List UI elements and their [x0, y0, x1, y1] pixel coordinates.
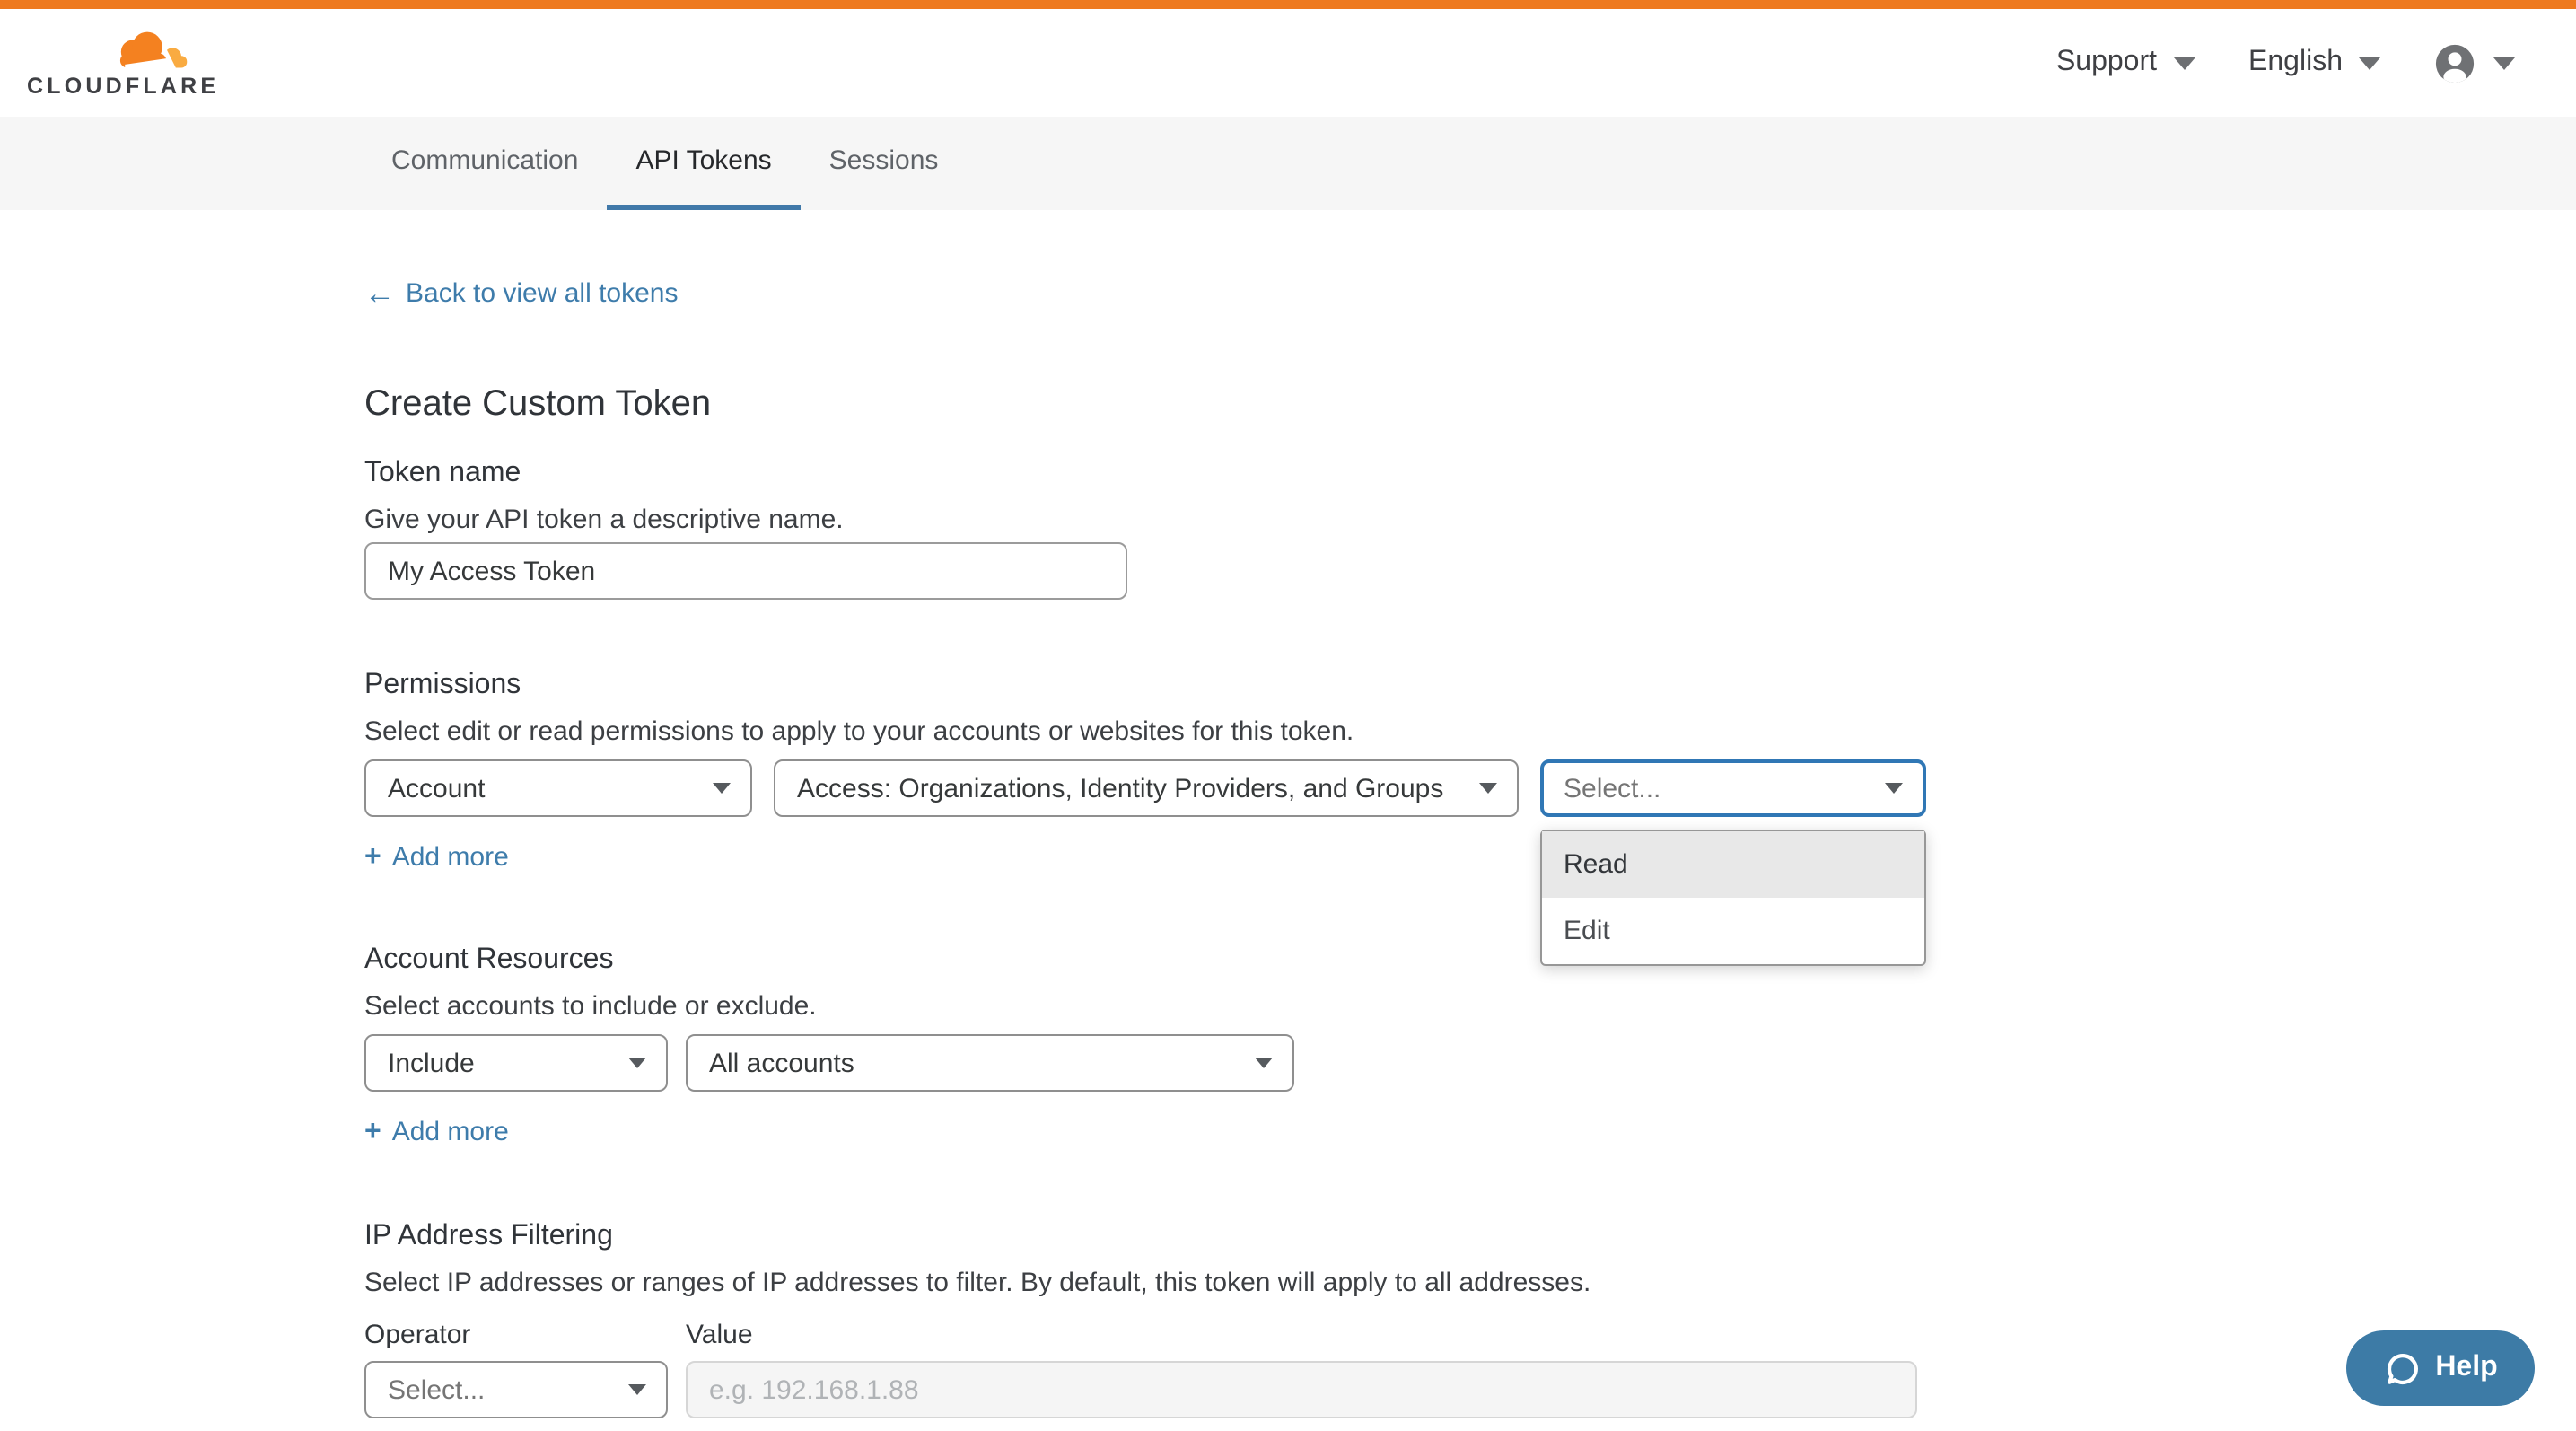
dropdown-option-read[interactable]: Read — [1542, 831, 1924, 898]
account-resources-heading: Account Resources — [364, 943, 2576, 977]
permission-scope-select[interactable]: Account — [364, 759, 752, 817]
token-name-heading: Token name — [364, 456, 2576, 490]
account-resources-add-more-label: Add more — [392, 1117, 509, 1147]
permission-level-wrap: Select... Read Edit — [1540, 759, 1926, 817]
support-menu[interactable]: Support — [2056, 47, 2195, 79]
main-content: ← Back to view all tokens Create Custom … — [0, 210, 2576, 1418]
user-avatar-icon — [2434, 42, 2475, 83]
caret-down-icon — [1255, 1058, 1273, 1068]
profile-tabbar: Communication API Tokens Sessions — [0, 117, 2576, 210]
page-title: Create Custom Token — [364, 384, 2576, 426]
permissions-heading: Permissions — [364, 668, 2576, 702]
support-menu-label: Support — [2056, 47, 2157, 79]
value-label: Value — [686, 1320, 753, 1350]
app-root: CLOUDFLARE Support English — [0, 0, 2576, 1431]
account-resources-accounts-select[interactable]: All accounts — [686, 1034, 1294, 1092]
account-menu[interactable] — [2434, 42, 2515, 83]
permission-resource-value: Access: Organizations, Identity Provider… — [797, 773, 1443, 803]
permission-level-select[interactable]: Select... — [1540, 759, 1926, 817]
language-menu-label: English — [2248, 47, 2343, 79]
back-link-label: Back to view all tokens — [406, 280, 679, 307]
help-button[interactable]: Help — [2346, 1330, 2535, 1406]
caret-down-icon — [713, 783, 731, 794]
token-name-input[interactable] — [364, 542, 1127, 600]
tab-api-tokens[interactable]: API Tokens — [607, 117, 800, 210]
token-name-description: Give your API token a descriptive name. — [364, 505, 2576, 537]
plus-icon: + — [364, 1117, 381, 1147]
permissions-description: Select edit or read permissions to apply… — [364, 716, 2576, 749]
operator-label: Operator — [364, 1320, 686, 1350]
caret-down-icon — [1885, 783, 1903, 794]
cloudflare-logo: CLOUDFLARE — [27, 28, 196, 98]
ip-operator-select[interactable]: Select... — [364, 1361, 668, 1418]
caret-down-icon — [2359, 57, 2380, 69]
caret-down-icon — [2173, 57, 2195, 69]
cloudflare-cloud-icon — [106, 28, 188, 71]
ip-value-input — [686, 1361, 1917, 1418]
caret-down-icon — [1479, 783, 1497, 794]
cloudflare-wordmark: CLOUDFLARE — [27, 73, 219, 98]
account-resources-description: Select accounts to include or exclude. — [364, 991, 2576, 1023]
help-button-label: Help — [2435, 1352, 2497, 1384]
account-resources-row: Include All accounts — [364, 1034, 2576, 1092]
ip-filtering-heading: IP Address Filtering — [364, 1219, 2576, 1253]
ip-filtering-description: Select IP addresses or ranges of IP addr… — [364, 1268, 2576, 1300]
ip-operator-placeholder: Select... — [388, 1374, 485, 1405]
caret-down-icon — [628, 1058, 646, 1068]
account-resources-accounts-value: All accounts — [709, 1048, 854, 1078]
language-menu[interactable]: English — [2248, 47, 2380, 79]
permission-resource-select[interactable]: Access: Organizations, Identity Provider… — [774, 759, 1519, 817]
top-accent-bar — [0, 0, 2576, 9]
permission-level-dropdown: Read Edit — [1540, 830, 1926, 966]
permission-scope-value: Account — [388, 773, 485, 803]
back-arrow-icon: ← — [364, 280, 395, 307]
account-resources-mode-select[interactable]: Include — [364, 1034, 668, 1092]
permissions-add-more-label: Add more — [392, 842, 509, 873]
account-resources-mode-value: Include — [388, 1048, 475, 1078]
back-to-tokens-link[interactable]: ← Back to view all tokens — [364, 280, 679, 307]
caret-down-icon — [628, 1384, 646, 1395]
tab-communication[interactable]: Communication — [363, 117, 607, 210]
permissions-add-more-link[interactable]: + Add more — [364, 842, 509, 873]
permissions-row: Account Access: Organizations, Identity … — [364, 759, 2576, 817]
tab-sessions[interactable]: Sessions — [801, 117, 968, 210]
account-resources-add-more-link[interactable]: + Add more — [364, 1117, 509, 1147]
dropdown-option-edit[interactable]: Edit — [1542, 898, 1924, 964]
caret-down-icon — [2493, 57, 2515, 69]
ip-filtering-row: Select... — [364, 1361, 2576, 1418]
chat-bubble-icon — [2383, 1349, 2421, 1387]
header-right: Support English — [2056, 42, 2515, 83]
ip-filtering-labels: Operator Value — [364, 1320, 2576, 1350]
permission-level-placeholder: Select... — [1564, 773, 1660, 803]
plus-icon: + — [364, 842, 381, 873]
header: CLOUDFLARE Support English — [0, 9, 2576, 117]
